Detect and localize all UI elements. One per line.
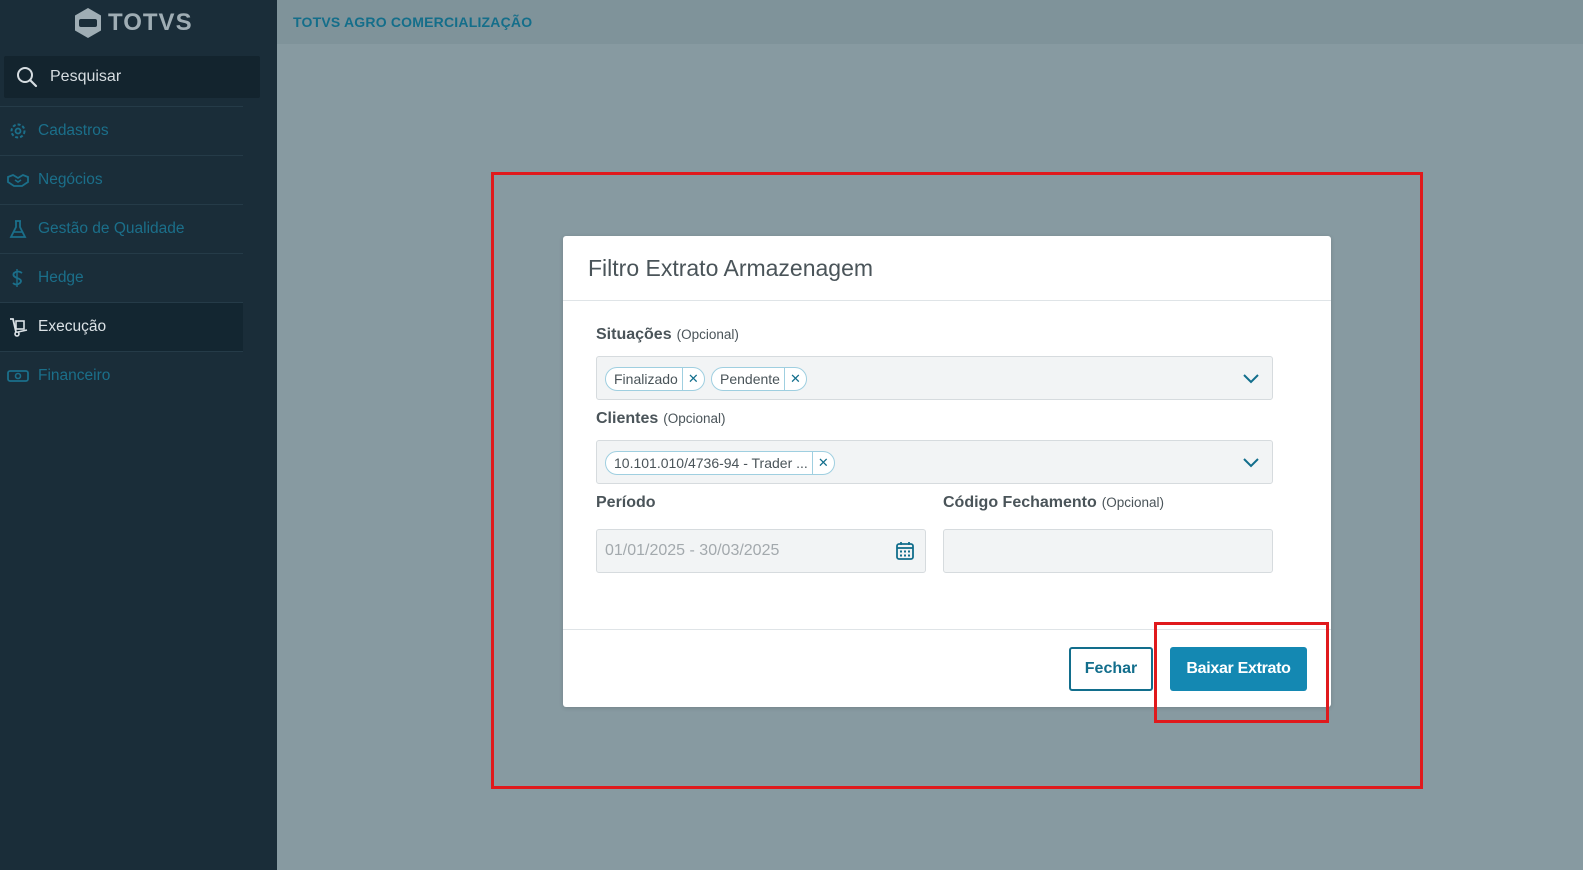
sidebar-item-label: Negócios bbox=[38, 171, 103, 188]
situacoes-label: Situações (Opcional) bbox=[596, 326, 739, 344]
close-icon[interactable]: ✕ bbox=[681, 368, 704, 390]
sidebar-item-label: Financeiro bbox=[38, 367, 111, 384]
chip-finalizado: Finalizado ✕ bbox=[605, 367, 705, 391]
chip-pendente: Pendente ✕ bbox=[711, 367, 807, 391]
sidebar-item-label: Hedge bbox=[38, 269, 84, 286]
sidebar-item-label: Execução bbox=[38, 318, 107, 335]
search-placeholder: Pesquisar bbox=[50, 68, 122, 85]
sidebar-item-cadastros[interactable]: Cadastros bbox=[0, 106, 243, 155]
gear-icon bbox=[7, 120, 29, 142]
app-title: TOTVS AGRO COMERCIALIZAÇÃO bbox=[293, 14, 533, 30]
periodo-date-range-input[interactable]: 01/01/2025 - 30/03/2025 bbox=[596, 529, 926, 573]
situacoes-label-text: Situações bbox=[596, 326, 672, 343]
clientes-optional: (Opcional) bbox=[663, 411, 726, 426]
clientes-label: Clientes (Opcional) bbox=[596, 410, 726, 428]
chip-label: Pendente bbox=[720, 371, 780, 387]
hedge-icon bbox=[7, 267, 29, 289]
handshake-icon bbox=[7, 169, 29, 191]
modal-header: Filtro Extrato Armazenagem bbox=[563, 236, 1331, 301]
codigo-fechamento-label: Código Fechamento (Opcional) bbox=[943, 494, 1164, 512]
sidebar-item-gestao-qualidade[interactable]: Gestão de Qualidade bbox=[0, 204, 243, 253]
close-button[interactable]: Fechar bbox=[1069, 647, 1153, 691]
search-icon bbox=[17, 67, 38, 88]
search-input[interactable]: Pesquisar bbox=[4, 56, 260, 98]
calendar-icon[interactable] bbox=[895, 541, 915, 561]
flask-icon bbox=[7, 218, 29, 240]
periodo-label: Período bbox=[596, 494, 656, 512]
clientes-select[interactable]: 10.101.010/4736-94 - Trader ... ✕ bbox=[596, 440, 1273, 484]
situacoes-optional: (Opcional) bbox=[676, 327, 739, 342]
money-icon bbox=[7, 365, 29, 387]
modal-title: Filtro Extrato Armazenagem bbox=[588, 254, 874, 281]
close-icon[interactable]: ✕ bbox=[783, 368, 806, 390]
hand-truck-icon bbox=[7, 316, 29, 338]
chevron-down-icon[interactable] bbox=[1242, 454, 1260, 470]
chip-label: 10.101.010/4736-94 - Trader ... bbox=[614, 455, 808, 471]
chip-cliente: 10.101.010/4736-94 - Trader ... ✕ bbox=[605, 451, 835, 475]
sidebar-nav: Cadastros Negócios Gestão de Qualidade H… bbox=[0, 106, 243, 400]
sidebar-item-hedge[interactable]: Hedge bbox=[0, 253, 243, 302]
sidebar-item-financeiro[interactable]: Financeiro bbox=[0, 351, 243, 400]
sidebar-item-negocios[interactable]: Negócios bbox=[0, 155, 243, 204]
chip-label: Finalizado bbox=[614, 371, 678, 387]
sidebar-item-label: Cadastros bbox=[38, 122, 109, 139]
totvs-logo[interactable]: TOTVS bbox=[74, 6, 193, 40]
periodo-value: 01/01/2025 - 30/03/2025 bbox=[605, 542, 780, 559]
sidebar-item-label: Gestão de Qualidade bbox=[38, 220, 185, 237]
close-icon[interactable]: ✕ bbox=[811, 452, 834, 474]
codigo-fechamento-label-text: Código Fechamento bbox=[943, 494, 1097, 511]
top-bar: TOTVS AGRO COMERCIALIZAÇÃO bbox=[277, 0, 1583, 44]
situacoes-select[interactable]: Finalizado ✕ Pendente ✕ bbox=[596, 356, 1273, 400]
periodo-label-text: Período bbox=[596, 494, 656, 511]
sidebar-item-execucao[interactable]: Execução bbox=[0, 302, 243, 351]
chevron-down-icon[interactable] bbox=[1242, 370, 1260, 386]
sidebar: TOTVS Pesquisar Cadastros Negócios Gestã… bbox=[0, 0, 277, 870]
annotation-box-download-button bbox=[1154, 622, 1329, 723]
totvs-logo-icon bbox=[75, 8, 101, 38]
codigo-fechamento-input[interactable] bbox=[943, 529, 1273, 573]
clientes-label-text: Clientes bbox=[596, 410, 659, 427]
codigo-fechamento-optional: (Opcional) bbox=[1101, 495, 1165, 510]
logo-text: TOTVS bbox=[108, 9, 193, 36]
